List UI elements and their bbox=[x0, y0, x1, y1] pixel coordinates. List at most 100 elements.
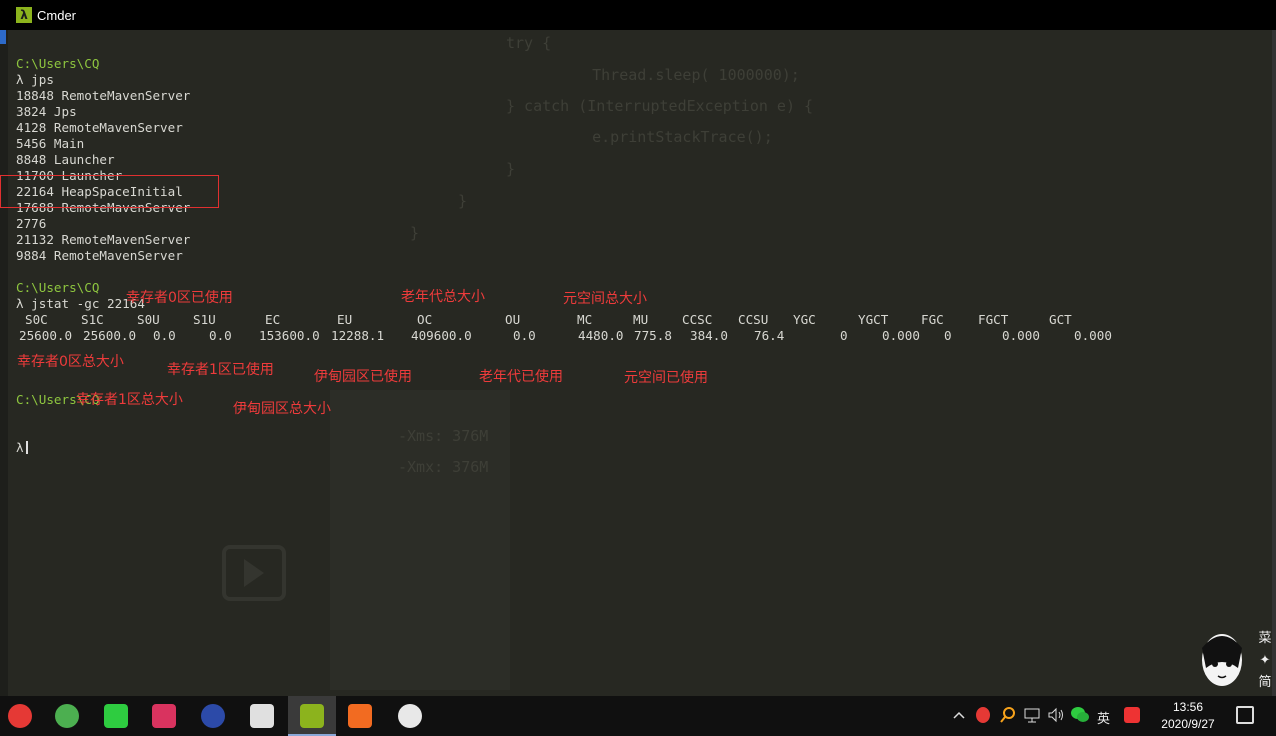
notification-center-icon[interactable] bbox=[1236, 706, 1254, 724]
jstat-header-cell: EU bbox=[337, 312, 353, 327]
jstat-header-cell: FGCT bbox=[978, 312, 1009, 327]
jstat-value-cell: 0.0 bbox=[513, 328, 536, 343]
bg-code-line: } bbox=[458, 192, 468, 210]
terminal-line: 9884 RemoteMavenServer bbox=[16, 248, 183, 263]
jstat-value-cell: 4480.0 bbox=[578, 328, 624, 343]
typora-taskbar-icon[interactable] bbox=[250, 704, 274, 728]
annotation-mc: 元空间总大小 bbox=[563, 291, 647, 307]
search-icon[interactable] bbox=[1000, 706, 1016, 724]
wechat-tray-icon[interactable] bbox=[1070, 706, 1090, 724]
bg-play-icon bbox=[222, 545, 286, 601]
jstat-header-cell: OC bbox=[417, 312, 433, 327]
terminal-line: 4128 RemoteMavenServer bbox=[16, 120, 183, 135]
chrome-taskbar-icon[interactable] bbox=[55, 704, 79, 728]
bg-code-line: } bbox=[506, 160, 516, 178]
jstat-header-cell: OU bbox=[505, 312, 521, 327]
terminal-line: 18848 RemoteMavenServer bbox=[16, 88, 191, 103]
bg-code-line: e.printStackTrace(); bbox=[556, 128, 773, 146]
terminal-line: 2776 bbox=[16, 216, 47, 231]
annotation-mu: 元空间已使用 bbox=[624, 370, 708, 386]
clock-time: 13:56 bbox=[1172, 700, 1204, 714]
clock-date: 2020/9/27 bbox=[1161, 717, 1215, 731]
annotation-s1c: 幸存者1区总大小 bbox=[76, 392, 183, 408]
jstat-value-cell: 0.000 bbox=[1074, 328, 1112, 343]
ime-indicator[interactable]: 英 bbox=[1097, 708, 1110, 727]
annotation-s1u: 幸存者1区已使用 bbox=[167, 362, 274, 378]
eclipse-taskbar-icon[interactable] bbox=[201, 704, 225, 728]
anime-character-icon bbox=[1202, 634, 1242, 686]
network-icon[interactable] bbox=[1024, 707, 1040, 723]
jstat-header-cell: EC bbox=[265, 312, 281, 327]
jstat-value-cell: 25600.0 bbox=[83, 328, 137, 343]
show-hidden-icons-chevron-icon[interactable] bbox=[953, 710, 965, 720]
svg-text:菜: 菜 bbox=[1258, 631, 1271, 646]
jstat-header-cell: MC bbox=[577, 312, 593, 327]
window-title: Cmder bbox=[37, 8, 77, 23]
right-edge bbox=[1272, 30, 1276, 696]
jstat-header-cell: GCT bbox=[1049, 312, 1072, 327]
terminal-line: λ jps bbox=[16, 72, 54, 87]
terminal-line: 5456 Main bbox=[16, 136, 85, 151]
app-orange-taskbar-icon[interactable] bbox=[348, 704, 372, 728]
jstat-value-cell: 12288.1 bbox=[331, 328, 385, 343]
prompt-block[interactable]: C:\Users\CQ λ bbox=[16, 360, 99, 472]
sticker-text-icon: 菜 ✦ 简 bbox=[1258, 631, 1271, 690]
jstat-header-cell: S0C bbox=[25, 312, 48, 327]
taskbar: 英 13:56 2020/9/27 bbox=[0, 696, 1276, 736]
wechat-taskbar-icon[interactable] bbox=[104, 704, 128, 728]
annotation-s0c: 幸存者0区总大小 bbox=[17, 354, 124, 370]
terminal-line: C:\Users\CQ bbox=[16, 56, 100, 71]
bg-code-line: } catch (InterruptedException e) { bbox=[506, 97, 814, 115]
prompt-line[interactable]: λ bbox=[16, 440, 99, 456]
jstat-value-cell: 384.0 bbox=[690, 328, 728, 343]
jstat-header-cell: CCSC bbox=[682, 312, 713, 327]
title-bar: λ Cmder bbox=[0, 0, 1276, 30]
jstat-header-cell: MU bbox=[633, 312, 649, 327]
volume-icon[interactable] bbox=[1047, 707, 1065, 723]
svg-text:✦: ✦ bbox=[1260, 653, 1271, 668]
bg-code-line: Thread.sleep( 1000000); bbox=[556, 66, 800, 84]
jstat-header-cell: FGC bbox=[921, 312, 944, 327]
jstat-value-cell: 409600.0 bbox=[411, 328, 472, 343]
text-cursor bbox=[25, 441, 28, 454]
jstat-value-cell: 0 bbox=[944, 328, 952, 343]
qq-taskbar-icon[interactable] bbox=[8, 704, 32, 728]
cmder-lambda-icon: λ bbox=[16, 7, 32, 23]
system-clock[interactable]: 13:56 2020/9/27 bbox=[1150, 699, 1226, 733]
intellij-taskbar-icon[interactable] bbox=[152, 704, 176, 728]
annotation-ec: 伊甸园区总大小 bbox=[233, 401, 331, 417]
jstat-header-cell: S1U bbox=[193, 312, 216, 327]
jstat-value-cell: 0.000 bbox=[882, 328, 920, 343]
annotation-eu: 伊甸园区已使用 bbox=[314, 369, 412, 385]
jstat-header-cell: CCSU bbox=[738, 312, 769, 327]
bg-xms: -Xms: 376M bbox=[398, 427, 489, 445]
jstat-header-cell: YGC bbox=[793, 312, 816, 327]
terminal-line: 3824 Jps bbox=[16, 104, 77, 119]
jstat-header-cell: S1C bbox=[81, 312, 104, 327]
bg-code-line: try { bbox=[506, 34, 552, 52]
jstat-value-cell: 0.0 bbox=[209, 328, 232, 343]
jstat-value-cell: 153600.0 bbox=[259, 328, 320, 343]
jstat-header-cell: YGCT bbox=[858, 312, 889, 327]
cmder-taskbar-icon[interactable] bbox=[300, 704, 324, 728]
left-edge bbox=[0, 30, 8, 696]
sogou-input-icon[interactable] bbox=[1124, 707, 1140, 723]
qq-tray-icon[interactable] bbox=[976, 707, 990, 723]
annotation-s0u: 幸存者0区已使用 bbox=[126, 290, 233, 306]
bg-xmx: -Xmx: 376M bbox=[398, 458, 489, 476]
highlight-box bbox=[0, 175, 219, 208]
bg-code-line: } bbox=[410, 224, 420, 242]
jstat-value-cell: 76.4 bbox=[754, 328, 785, 343]
annotation-oc: 老年代总大小 bbox=[401, 289, 485, 305]
jstat-value-cell: 775.8 bbox=[634, 328, 672, 343]
jstat-value-cell: 0 bbox=[840, 328, 848, 343]
jstat-value-cell: 0.000 bbox=[1002, 328, 1040, 343]
terminal-line: 21132 RemoteMavenServer bbox=[16, 232, 191, 247]
svg-text:简: 简 bbox=[1258, 674, 1271, 690]
annotation-ou: 老年代已使用 bbox=[479, 369, 563, 385]
prompt-symbol: λ bbox=[16, 440, 24, 455]
settings-taskbar-icon[interactable] bbox=[398, 704, 422, 728]
terminal-line: 8848 Launcher bbox=[16, 152, 115, 167]
jstat-value-cell: 25600.0 bbox=[19, 328, 73, 343]
